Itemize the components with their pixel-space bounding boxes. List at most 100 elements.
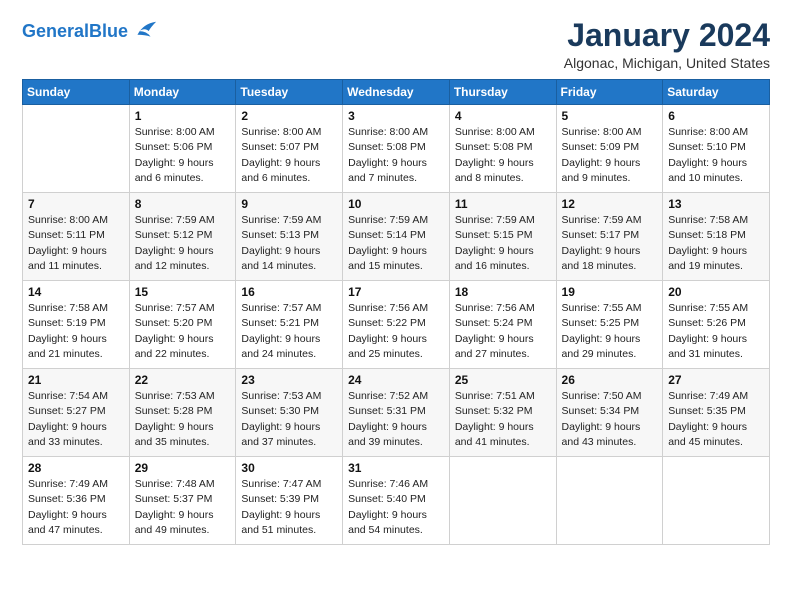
calendar-cell-1-2: 1Sunrise: 8:00 AMSunset: 5:06 PMDaylight… <box>129 105 236 193</box>
calendar-cell-5-6 <box>556 457 663 545</box>
calendar-cell-1-5: 4Sunrise: 8:00 AMSunset: 5:08 PMDaylight… <box>449 105 556 193</box>
day-number: 18 <box>455 285 551 299</box>
calendar-week-row-2: 7 Sunrise: 8:00 AMSunset: 5:11 PMDaylight… <box>23 193 770 281</box>
calendar-cell-2-1: 7 Sunrise: 8:00 AMSunset: 5:11 PMDaylight… <box>23 193 130 281</box>
logo-blue: Blue <box>89 21 128 41</box>
calendar-cell-5-7 <box>663 457 770 545</box>
day-info: Sunrise: 7:49 AMSunset: 5:35 PMDaylight:… <box>668 389 764 450</box>
calendar-header-wednesday: Wednesday <box>343 80 450 105</box>
page: GeneralBlue January 2024 Algonac, Michig… <box>0 0 792 612</box>
day-number: 8 <box>135 197 231 211</box>
calendar-cell-1-1 <box>23 105 130 193</box>
day-info: Sunrise: 7:54 AMSunset: 5:27 PMDaylight:… <box>28 389 124 450</box>
day-number: 14 <box>28 285 124 299</box>
calendar-cell-3-7: 20Sunrise: 7:55 AMSunset: 5:26 PMDayligh… <box>663 281 770 369</box>
day-number: 15 <box>135 285 231 299</box>
day-info: Sunrise: 8:00 AMSunset: 5:11 PMDaylight:… <box>28 213 124 274</box>
day-number: 29 <box>135 461 231 475</box>
day-number: 22 <box>135 373 231 387</box>
day-number: 21 <box>28 373 124 387</box>
day-info: Sunrise: 7:47 AMSunset: 5:39 PMDaylight:… <box>241 477 337 538</box>
calendar-cell-4-4: 24Sunrise: 7:52 AMSunset: 5:31 PMDayligh… <box>343 369 450 457</box>
calendar-header-thursday: Thursday <box>449 80 556 105</box>
main-title: January 2024 <box>564 18 770 53</box>
day-info: Sunrise: 7:56 AMSunset: 5:22 PMDaylight:… <box>348 301 444 362</box>
day-number: 25 <box>455 373 551 387</box>
day-info: Sunrise: 7:53 AMSunset: 5:28 PMDaylight:… <box>135 389 231 450</box>
calendar-header-tuesday: Tuesday <box>236 80 343 105</box>
day-number: 30 <box>241 461 337 475</box>
calendar-cell-3-2: 15Sunrise: 7:57 AMSunset: 5:20 PMDayligh… <box>129 281 236 369</box>
calendar-header-monday: Monday <box>129 80 236 105</box>
day-info: Sunrise: 7:55 AMSunset: 5:25 PMDaylight:… <box>562 301 658 362</box>
day-info: Sunrise: 7:49 AMSunset: 5:36 PMDaylight:… <box>28 477 124 538</box>
day-info: Sunrise: 8:00 AMSunset: 5:09 PMDaylight:… <box>562 125 658 186</box>
calendar-cell-5-2: 29Sunrise: 7:48 AMSunset: 5:37 PMDayligh… <box>129 457 236 545</box>
calendar-cell-2-2: 8 Sunrise: 7:59 AMSunset: 5:12 PMDaylight… <box>129 193 236 281</box>
calendar-cell-4-1: 21 Sunrise: 7:54 AMSunset: 5:27 PMDayligh… <box>23 369 130 457</box>
calendar-cell-1-4: 3Sunrise: 8:00 AMSunset: 5:08 PMDaylight… <box>343 105 450 193</box>
calendar-cell-4-3: 23 Sunrise: 7:53 AMSunset: 5:30 PMDayligh… <box>236 369 343 457</box>
calendar-header-sunday: Sunday <box>23 80 130 105</box>
day-info: Sunrise: 7:59 AMSunset: 5:13 PMDaylight:… <box>241 213 337 274</box>
calendar-cell-3-3: 16 Sunrise: 7:57 AMSunset: 5:21 PMDayligh… <box>236 281 343 369</box>
calendar-week-row-5: 28 Sunrise: 7:49 AMSunset: 5:36 PMDayligh… <box>23 457 770 545</box>
day-info: Sunrise: 7:51 AMSunset: 5:32 PMDaylight:… <box>455 389 551 450</box>
calendar-header-saturday: Saturday <box>663 80 770 105</box>
calendar-week-row-3: 14 Sunrise: 7:58 AMSunset: 5:19 PMDayligh… <box>23 281 770 369</box>
calendar-cell-2-7: 13Sunrise: 7:58 AMSunset: 5:18 PMDayligh… <box>663 193 770 281</box>
calendar-cell-3-5: 18 Sunrise: 7:56 AMSunset: 5:24 PMDayligh… <box>449 281 556 369</box>
calendar-cell-3-6: 19 Sunrise: 7:55 AMSunset: 5:25 PMDayligh… <box>556 281 663 369</box>
calendar-cell-4-2: 22 Sunrise: 7:53 AMSunset: 5:28 PMDayligh… <box>129 369 236 457</box>
day-number: 6 <box>668 109 764 123</box>
header: GeneralBlue January 2024 Algonac, Michig… <box>22 18 770 71</box>
day-number: 28 <box>28 461 124 475</box>
calendar-cell-5-4: 31Sunrise: 7:46 AMSunset: 5:40 PMDayligh… <box>343 457 450 545</box>
day-info: Sunrise: 7:59 AMSunset: 5:12 PMDaylight:… <box>135 213 231 274</box>
day-info: Sunrise: 7:58 AMSunset: 5:19 PMDaylight:… <box>28 301 124 362</box>
day-number: 4 <box>455 109 551 123</box>
day-number: 9 <box>241 197 337 211</box>
calendar-cell-2-5: 11Sunrise: 7:59 AMSunset: 5:15 PMDayligh… <box>449 193 556 281</box>
day-info: Sunrise: 8:00 AMSunset: 5:06 PMDaylight:… <box>135 125 231 186</box>
day-number: 31 <box>348 461 444 475</box>
day-info: Sunrise: 7:56 AMSunset: 5:24 PMDaylight:… <box>455 301 551 362</box>
day-info: Sunrise: 7:53 AMSunset: 5:30 PMDaylight:… <box>241 389 337 450</box>
day-number: 17 <box>348 285 444 299</box>
calendar-table: SundayMondayTuesdayWednesdayThursdayFrid… <box>22 79 770 545</box>
logo-bird-icon <box>130 18 158 46</box>
day-info: Sunrise: 7:57 AMSunset: 5:21 PMDaylight:… <box>241 301 337 362</box>
day-info: Sunrise: 7:50 AMSunset: 5:34 PMDaylight:… <box>562 389 658 450</box>
calendar-header-row: SundayMondayTuesdayWednesdayThursdayFrid… <box>23 80 770 105</box>
calendar-cell-3-4: 17 Sunrise: 7:56 AMSunset: 5:22 PMDayligh… <box>343 281 450 369</box>
day-number: 7 <box>28 197 124 211</box>
day-number: 24 <box>348 373 444 387</box>
day-number: 27 <box>668 373 764 387</box>
calendar-cell-5-3: 30 Sunrise: 7:47 AMSunset: 5:39 PMDayligh… <box>236 457 343 545</box>
day-number: 20 <box>668 285 764 299</box>
logo: GeneralBlue <box>22 18 158 46</box>
day-number: 12 <box>562 197 658 211</box>
day-info: Sunrise: 8:00 AMSunset: 5:10 PMDaylight:… <box>668 125 764 186</box>
day-number: 3 <box>348 109 444 123</box>
title-block: January 2024 Algonac, Michigan, United S… <box>564 18 770 71</box>
day-info: Sunrise: 8:00 AMSunset: 5:07 PMDaylight:… <box>241 125 337 186</box>
calendar-cell-5-5 <box>449 457 556 545</box>
day-number: 16 <box>241 285 337 299</box>
calendar-cell-4-6: 26 Sunrise: 7:50 AMSunset: 5:34 PMDayligh… <box>556 369 663 457</box>
calendar-week-row-1: 1Sunrise: 8:00 AMSunset: 5:06 PMDaylight… <box>23 105 770 193</box>
calendar-cell-5-1: 28 Sunrise: 7:49 AMSunset: 5:36 PMDayligh… <box>23 457 130 545</box>
calendar-cell-1-7: 6 Sunrise: 8:00 AMSunset: 5:10 PMDaylight… <box>663 105 770 193</box>
calendar-cell-4-5: 25 Sunrise: 7:51 AMSunset: 5:32 PMDayligh… <box>449 369 556 457</box>
calendar-cell-1-3: 2 Sunrise: 8:00 AMSunset: 5:07 PMDaylight… <box>236 105 343 193</box>
day-number: 2 <box>241 109 337 123</box>
day-number: 5 <box>562 109 658 123</box>
day-number: 26 <box>562 373 658 387</box>
day-number: 23 <box>241 373 337 387</box>
calendar-header-friday: Friday <box>556 80 663 105</box>
calendar-cell-4-7: 27 Sunrise: 7:49 AMSunset: 5:35 PMDayligh… <box>663 369 770 457</box>
day-number: 13 <box>668 197 764 211</box>
logo-text: GeneralBlue <box>22 22 128 42</box>
subtitle: Algonac, Michigan, United States <box>564 55 770 71</box>
day-number: 19 <box>562 285 658 299</box>
